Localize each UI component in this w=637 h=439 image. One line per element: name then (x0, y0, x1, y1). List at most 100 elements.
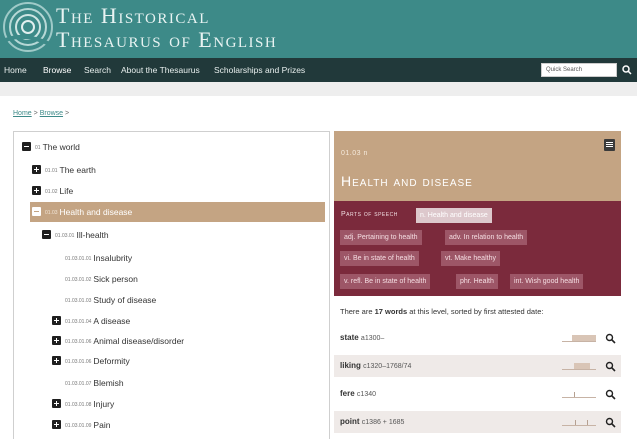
tree-item[interactable]: 01.03.01.04 A disease (14, 311, 329, 331)
tree-item-label: Pain (93, 420, 111, 430)
tree-item-code: 01.03.01.02 (65, 277, 92, 283)
word-date: c1386 + 1685 (361, 419, 405, 426)
tree-item-code: 01.03.01.07 (65, 381, 92, 387)
tree-item[interactable]: 01.03.01.07 Blemish (14, 373, 329, 393)
tree-item[interactable]: 01.03.01.09 Pain (14, 415, 329, 435)
pos-chip[interactable]: v. refl. Be in state of health (340, 274, 431, 289)
tree-item-code: 01.01 (45, 168, 58, 174)
tree-item-code: 01.03 (45, 210, 58, 216)
tree-item[interactable]: 01.03.01.03 Study of disease (14, 290, 329, 310)
category-title: Health and disease (341, 173, 473, 189)
tree-item-label: Health and disease (59, 207, 133, 217)
tree-item-label: Sick person (93, 274, 138, 284)
search-icon[interactable] (605, 361, 616, 372)
pos-chip[interactable]: vt. Make healthy (441, 251, 500, 266)
nav-browse[interactable]: Browse (43, 58, 71, 82)
tree-item-code: 01 (35, 145, 41, 151)
tree-item[interactable]: 01.03.01.06 Animal disease/disorder (14, 331, 329, 351)
header-divider (0, 82, 637, 96)
word-lemma[interactable]: liking (340, 361, 361, 370)
search-icon[interactable] (605, 389, 616, 400)
breadcrumb-separator: > (33, 110, 38, 117)
word-timeline (562, 392, 596, 398)
tree-item[interactable]: 01.01 The earth (14, 160, 329, 180)
nav-about[interactable]: About the Thesaurus (121, 58, 200, 82)
expand-icon[interactable] (52, 420, 61, 429)
breadcrumb-separator: > (64, 110, 70, 117)
tree-item[interactable]: 01.03.01.08 Injury (14, 394, 329, 414)
tree-item-label: Blemish (93, 378, 124, 388)
words-summary: There are 17 words at this level, sorted… (340, 307, 543, 316)
word-lemma[interactable]: state (340, 333, 359, 342)
expand-icon[interactable] (52, 399, 61, 408)
parts-of-speech-panel: Parts of speech n. Health and disease ad… (334, 201, 621, 296)
tree-item-label: Life (59, 186, 74, 196)
expand-icon[interactable] (32, 186, 41, 195)
breadcrumb-browse[interactable]: Browse (40, 110, 63, 117)
word-row[interactable]: state a1300– (334, 327, 621, 349)
quick-search-input[interactable]: Quick Search (541, 63, 617, 77)
pos-chip[interactable]: vi. Be in state of health (340, 251, 419, 266)
tree-item-label: Ill-health (76, 230, 109, 240)
site-title-line2: Thesaurus of English (56, 27, 278, 52)
words-count: 17 words (374, 307, 408, 316)
tree-item-code: 01.03.01.03 (65, 298, 92, 304)
breadcrumb-home[interactable]: Home (13, 110, 32, 117)
expand-icon[interactable] (32, 165, 41, 174)
word-timeline (562, 363, 596, 370)
words-summary-suffix: at this level, sorted by first attested … (407, 307, 544, 316)
nav-search[interactable]: Search (84, 58, 111, 82)
tree-item-label: Insalubrity (93, 253, 133, 263)
parts-of-speech-label: Parts of speech (341, 211, 398, 218)
tree-item-code: 01.03.01.06 (65, 359, 92, 365)
word-row[interactable]: point c1386 + 1685 (334, 411, 621, 433)
tree-item[interactable]: 01.03.01.06 Deformity (14, 351, 329, 371)
collapse-icon[interactable] (32, 207, 41, 216)
tree-item-code: 01.03.01.09 (65, 423, 92, 429)
nav-scholarships[interactable]: Scholarships and Prizes (214, 58, 305, 82)
word-date: c1340 (356, 391, 376, 398)
search-icon[interactable] (621, 63, 633, 77)
tree-item[interactable]: 01 The world (14, 137, 329, 157)
tree-item-code: 01.03.01.01 (65, 256, 92, 262)
word-timeline (562, 420, 596, 426)
tree-item-label: Injury (93, 399, 115, 409)
nav-home[interactable]: Home (4, 58, 27, 82)
expand-icon[interactable] (52, 336, 61, 345)
word-lemma[interactable]: fere (340, 389, 355, 398)
search-icon[interactable] (605, 417, 616, 428)
pos-chip[interactable]: int. Wish good health (510, 274, 584, 289)
tree-item[interactable]: 01.02 Life (14, 181, 329, 201)
expand-icon[interactable] (52, 316, 61, 325)
tree-item-code: 01.02 (45, 189, 58, 195)
word-row[interactable]: fere c1340 (334, 383, 621, 405)
category-header: 01.03 n Health and disease (334, 131, 621, 201)
tree-item-code: 01.03.01.06 (65, 339, 92, 345)
pos-chip[interactable]: adj. Pertaining to health (340, 230, 422, 245)
word-row[interactable]: liking c1320–1768/74 (334, 355, 621, 377)
search-icon[interactable] (605, 333, 616, 344)
tree-item[interactable]: 01.03.01 Ill-health (14, 225, 329, 245)
collapse-icon[interactable] (22, 142, 31, 151)
tree-item[interactable]: 01.03.01.02 Sick person (14, 269, 329, 289)
category-tree: 01 The world 01.01 The earth 01.02 Life 01.… (13, 131, 330, 439)
pos-chip[interactable]: adv. In relation to health (445, 230, 528, 245)
site-header: The Historical Thesaurus of English (0, 0, 637, 58)
tree-item-code: 01.03.01.04 (65, 319, 92, 325)
category-code: 01.03 n (341, 150, 368, 157)
pos-chip[interactable]: phr. Health (456, 274, 498, 289)
collapse-icon[interactable] (42, 230, 51, 239)
expand-icon[interactable] (52, 356, 61, 365)
tree-item-code: 01.03.01 (55, 233, 75, 239)
tree-item-selected[interactable]: 01.03 Health and disease (30, 202, 325, 222)
word-lemma[interactable]: point (340, 417, 360, 426)
breadcrumb: Home > Browse > (13, 110, 69, 117)
pos-chip-active[interactable]: n. Health and disease (416, 208, 492, 223)
words-summary-prefix: There are (340, 307, 375, 316)
tree-item-label: Animal disease/disorder (93, 336, 185, 346)
menu-icon[interactable] (604, 139, 615, 151)
logo-swirl-icon (3, 2, 53, 52)
site-title[interactable]: The Historical Thesaurus of English (56, 3, 277, 51)
tree-item-code: 01.03.01.08 (65, 402, 92, 408)
tree-item[interactable]: 01.03.01.01 Insalubrity (14, 248, 329, 268)
